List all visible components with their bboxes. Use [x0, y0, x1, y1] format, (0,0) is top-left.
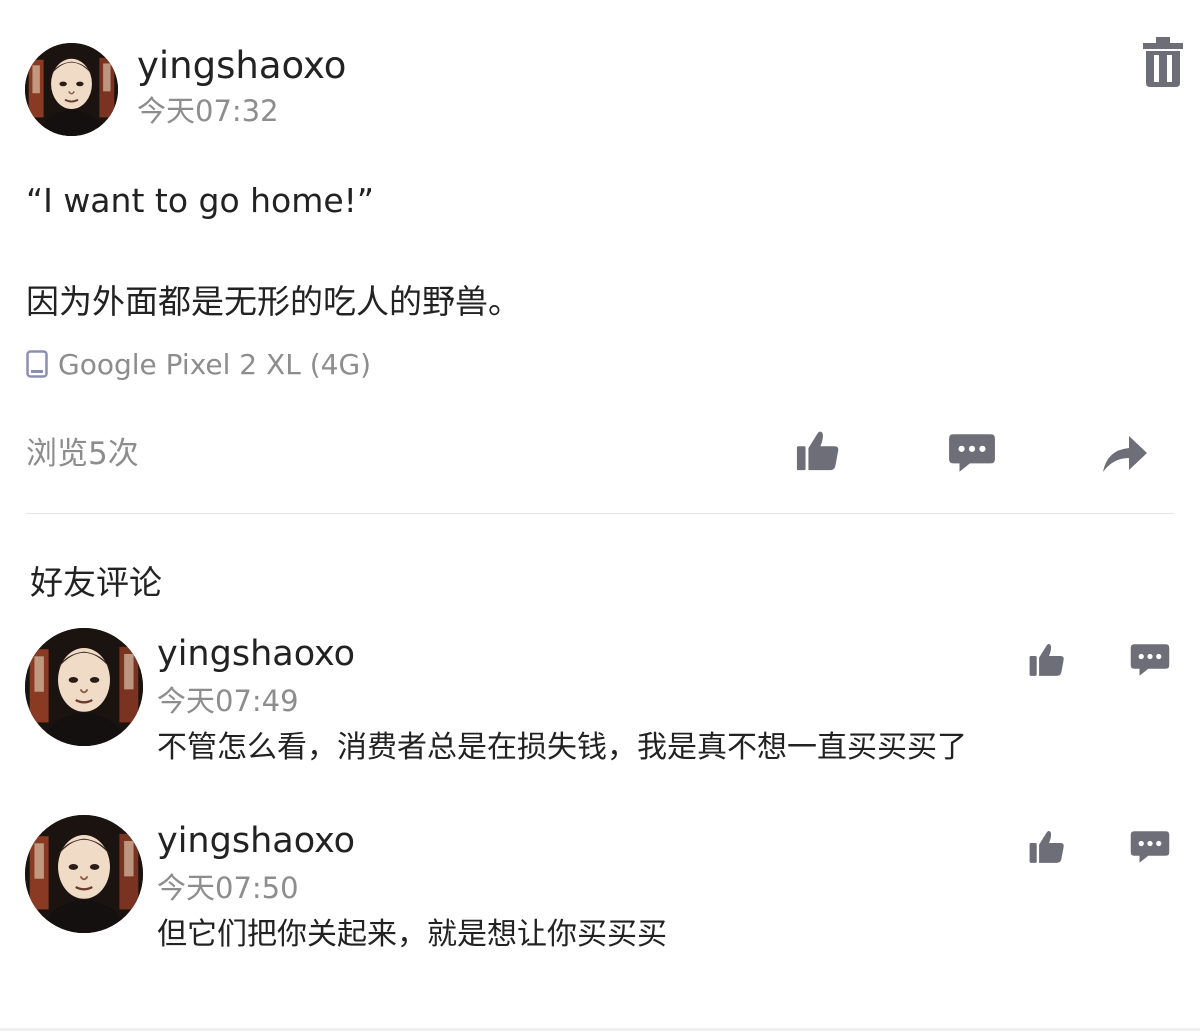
comment-author-name[interactable]: yingshaoxo [157, 820, 355, 862]
comment-text: 但它们把你关起来，就是想让你买买买 [157, 917, 667, 952]
comment-like-button[interactable] [1028, 828, 1070, 870]
thumbs-up-icon [1028, 851, 1066, 870]
comment-reply-button[interactable] [1129, 639, 1171, 681]
post-comment-button[interactable] [946, 428, 998, 476]
comment-timestamp: 今天07:49 [157, 684, 299, 718]
comment-like-button[interactable] [1028, 641, 1070, 683]
comment-reply-button[interactable] [1129, 826, 1171, 868]
divider [26, 513, 1174, 514]
post-author-avatar[interactable] [25, 43, 118, 136]
comment-bubble-icon [946, 463, 998, 482]
phone-icon [26, 350, 48, 378]
post-body-text: 因为外面都是无形的吃人的野兽。 [26, 282, 521, 321]
share-arrow-icon [1098, 461, 1152, 480]
post-quote-text: “I want to go home!” [26, 181, 374, 220]
post-share-button[interactable] [1098, 428, 1150, 476]
comment-bubble-icon [1129, 666, 1171, 685]
comment-bubble-icon [1129, 853, 1171, 872]
comment-author-avatar[interactable] [25, 628, 143, 746]
comment-author-avatar[interactable] [25, 815, 143, 933]
thumbs-up-icon [1028, 664, 1066, 683]
post-timestamp: 今天07:32 [137, 94, 279, 128]
view-count: 浏览5次 [26, 436, 139, 472]
comments-section-title: 好友评论 [30, 563, 162, 602]
comment-timestamp: 今天07:50 [157, 871, 299, 905]
post-like-button[interactable] [795, 428, 847, 476]
thumbs-up-icon [795, 459, 841, 478]
trash-icon[interactable] [1143, 37, 1183, 87]
comment-author-name[interactable]: yingshaoxo [157, 633, 355, 675]
post-device-info: Google Pixel 2 XL (4G) [26, 346, 371, 382]
post-author-name[interactable]: yingshaoxo [137, 44, 346, 88]
comment-text: 不管怎么看，消费者总是在损失钱，我是真不想一直买买买了 [157, 730, 967, 765]
device-name: Google Pixel 2 XL (4G) [58, 347, 372, 381]
